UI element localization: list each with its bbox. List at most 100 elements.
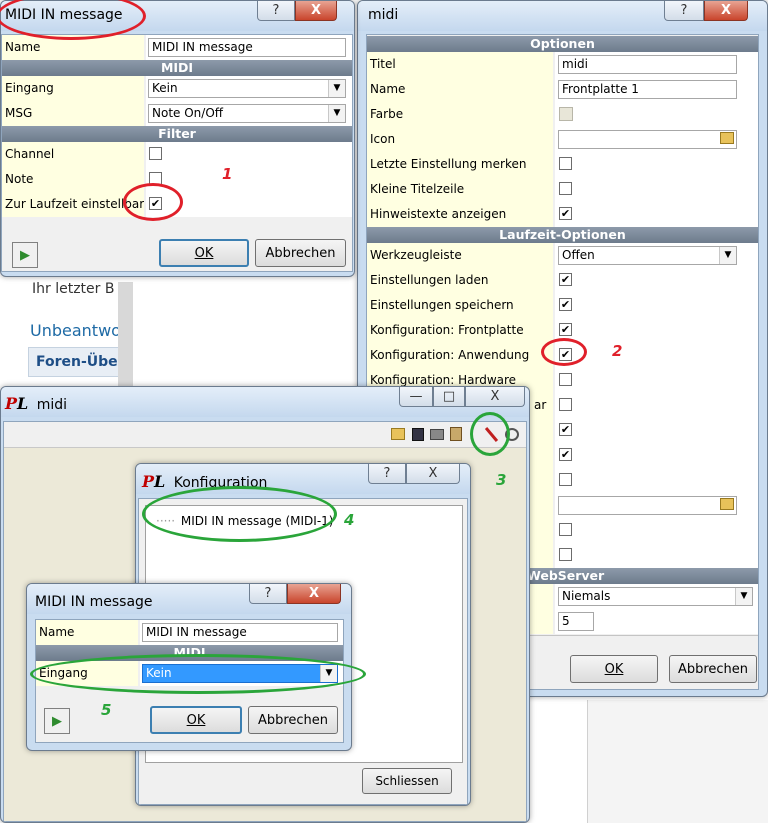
eingang-select[interactable]: Kein ▼ [148, 79, 346, 98]
print-icon[interactable] [430, 429, 444, 440]
bg-text-line2[interactable]: Unbeantwo [30, 321, 121, 340]
cancel-button[interactable]: Abbrechen [248, 706, 338, 734]
name-input[interactable]: MIDI IN message [148, 38, 346, 57]
eingang-select[interactable]: Kein ▼ [142, 664, 338, 683]
laufzeit-checkbox[interactable]: ✔ [149, 197, 162, 210]
app-toolbar [4, 422, 526, 448]
partial-checkbox-4[interactable] [559, 473, 572, 486]
konfiguration-hardware-checkbox[interactable] [559, 373, 572, 386]
label-laufzeit: Zur Laufzeit einstellbar [2, 192, 144, 217]
partial-checkbox-2[interactable]: ✔ [559, 423, 572, 436]
einstellungen-laden-checkbox[interactable]: ✔ [559, 273, 572, 286]
exit-icon[interactable]: ▶ [12, 242, 38, 268]
bg-gray-column [118, 282, 133, 392]
label-einstellungen-laden: Einstellungen laden [367, 268, 553, 293]
cancel-button[interactable]: Abbrechen [255, 239, 346, 267]
close-button[interactable]: X [295, 1, 337, 21]
eingang-value: Kein [152, 81, 178, 95]
row-werkzeugleiste: Werkzeugleiste Offen ▼ [367, 243, 758, 268]
section-optionen: Optionen [367, 36, 758, 52]
kleine-titelzeile-checkbox[interactable] [559, 182, 572, 195]
configuration-wand-icon[interactable] [483, 426, 499, 442]
icon-input[interactable] [558, 130, 737, 149]
folder-open-icon[interactable] [720, 498, 734, 510]
close-button[interactable]: X [406, 464, 460, 484]
help-button[interactable]: ? [664, 1, 704, 21]
msg-value: Note On/Off [152, 106, 224, 120]
row-farbe: Farbe [367, 102, 758, 127]
color-swatch[interactable] [559, 107, 573, 121]
settings-icon[interactable] [505, 428, 519, 441]
row-einstellungen-speichern: Einstellungen speichern ✔ [367, 293, 758, 318]
save-icon[interactable] [412, 428, 424, 441]
msg-select[interactable]: Note On/Off ▼ [148, 104, 346, 123]
ok-label: OK [194, 245, 214, 261]
partial-icon-input[interactable] [558, 496, 737, 515]
label-hinweistexte: Hinweistexte anzeigen [367, 202, 553, 227]
label-werkzeugleiste: Werkzeugleiste [367, 243, 553, 268]
ok-button[interactable]: OK [570, 655, 658, 683]
maximize-button[interactable]: □ [433, 387, 465, 407]
exit-icon[interactable]: ▶ [44, 708, 70, 734]
name-input[interactable]: MIDI IN message [142, 623, 338, 642]
row-eingang: Eingang Kein ▼ [36, 661, 343, 686]
tree-item[interactable]: ····· MIDI IN message (MIDI-1) [156, 514, 333, 528]
dialog2-client: Name MIDI IN message MIDI Eingang Kein ▼… [35, 619, 344, 743]
ok-button[interactable]: OK [159, 239, 249, 267]
bg-text-line3[interactable]: Foren-Übe [36, 354, 118, 370]
dialog1-client: Name MIDI IN message MIDI Eingang Kein ▼… [1, 34, 353, 272]
close-button[interactable]: X [287, 584, 341, 604]
row-eingang: Eingang Kein ▼ [2, 76, 352, 101]
partial-checkbox-3[interactable]: ✔ [559, 448, 572, 461]
name-input[interactable]: Frontplatte 1 [558, 80, 737, 99]
row-kleine-titelzeile: Kleine Titelzeile [367, 177, 758, 202]
help-button[interactable]: ? [368, 464, 406, 484]
close-button[interactable]: X [704, 1, 748, 21]
webserver-select[interactable]: Niemals ▼ [558, 587, 753, 606]
label-konfiguration-anwendung: Konfiguration: Anwendung [367, 343, 553, 368]
label-name: Name [2, 35, 144, 60]
help-button[interactable]: ? [257, 1, 295, 21]
help-button[interactable]: ? [249, 584, 287, 604]
row-letzte-einstellung: Letzte Einstellung merken [367, 152, 758, 177]
folder-open-icon[interactable] [720, 132, 734, 144]
konfiguration-title-text: Konfiguration [173, 475, 268, 491]
channel-checkbox[interactable] [149, 147, 162, 160]
titel-input[interactable]: midi [558, 55, 737, 74]
konfiguration-frontplatte-checkbox[interactable]: ✔ [559, 323, 572, 336]
partial-checkbox-7[interactable] [559, 548, 572, 561]
close-button[interactable]: X [465, 387, 525, 407]
ok-label: OK [186, 712, 206, 728]
konfiguration-anwendung-checkbox[interactable]: ✔ [559, 348, 572, 361]
partial-checkbox-1[interactable] [559, 398, 572, 411]
dialog2-title: MIDI IN message [35, 594, 153, 610]
note-checkbox[interactable] [149, 172, 162, 185]
label-name: Name [36, 620, 138, 645]
chevron-down-icon[interactable]: ▼ [719, 247, 736, 264]
annotation-number-4: 4 [344, 511, 355, 529]
paste-icon[interactable] [450, 427, 462, 441]
annotation-number-1: 1 [222, 165, 233, 183]
werkzeugleiste-select[interactable]: Offen ▼ [558, 246, 737, 265]
open-folder-icon[interactable] [391, 428, 405, 440]
chevron-down-icon[interactable]: ▼ [328, 105, 345, 122]
app-title: PL midi [5, 394, 67, 413]
chevron-down-icon[interactable]: ▼ [320, 665, 337, 682]
row-konfiguration-frontplatte: Konfiguration: Frontplatte ✔ [367, 318, 758, 343]
partial-label: ar [534, 398, 547, 412]
partial-checkbox-6[interactable] [559, 523, 572, 536]
spin-input[interactable]: 5 [558, 612, 594, 631]
schliessen-button[interactable]: Schliessen [362, 768, 452, 794]
minimize-button[interactable]: — [399, 387, 433, 407]
cancel-button[interactable]: Abbrechen [669, 655, 757, 683]
chevron-down-icon[interactable]: ▼ [328, 80, 345, 97]
label-farbe: Farbe [367, 102, 553, 127]
chevron-down-icon[interactable]: ▼ [735, 588, 752, 605]
app-logo-icon: PL [5, 394, 29, 413]
bg-text-line1: Ihr letzter B [32, 281, 115, 297]
letzte-einstellung-checkbox[interactable] [559, 157, 572, 170]
hinweistexte-checkbox[interactable]: ✔ [559, 207, 572, 220]
einstellungen-speichern-checkbox[interactable]: ✔ [559, 298, 572, 311]
ok-button[interactable]: OK [150, 706, 242, 734]
annotation-number-5: 5 [101, 701, 112, 719]
